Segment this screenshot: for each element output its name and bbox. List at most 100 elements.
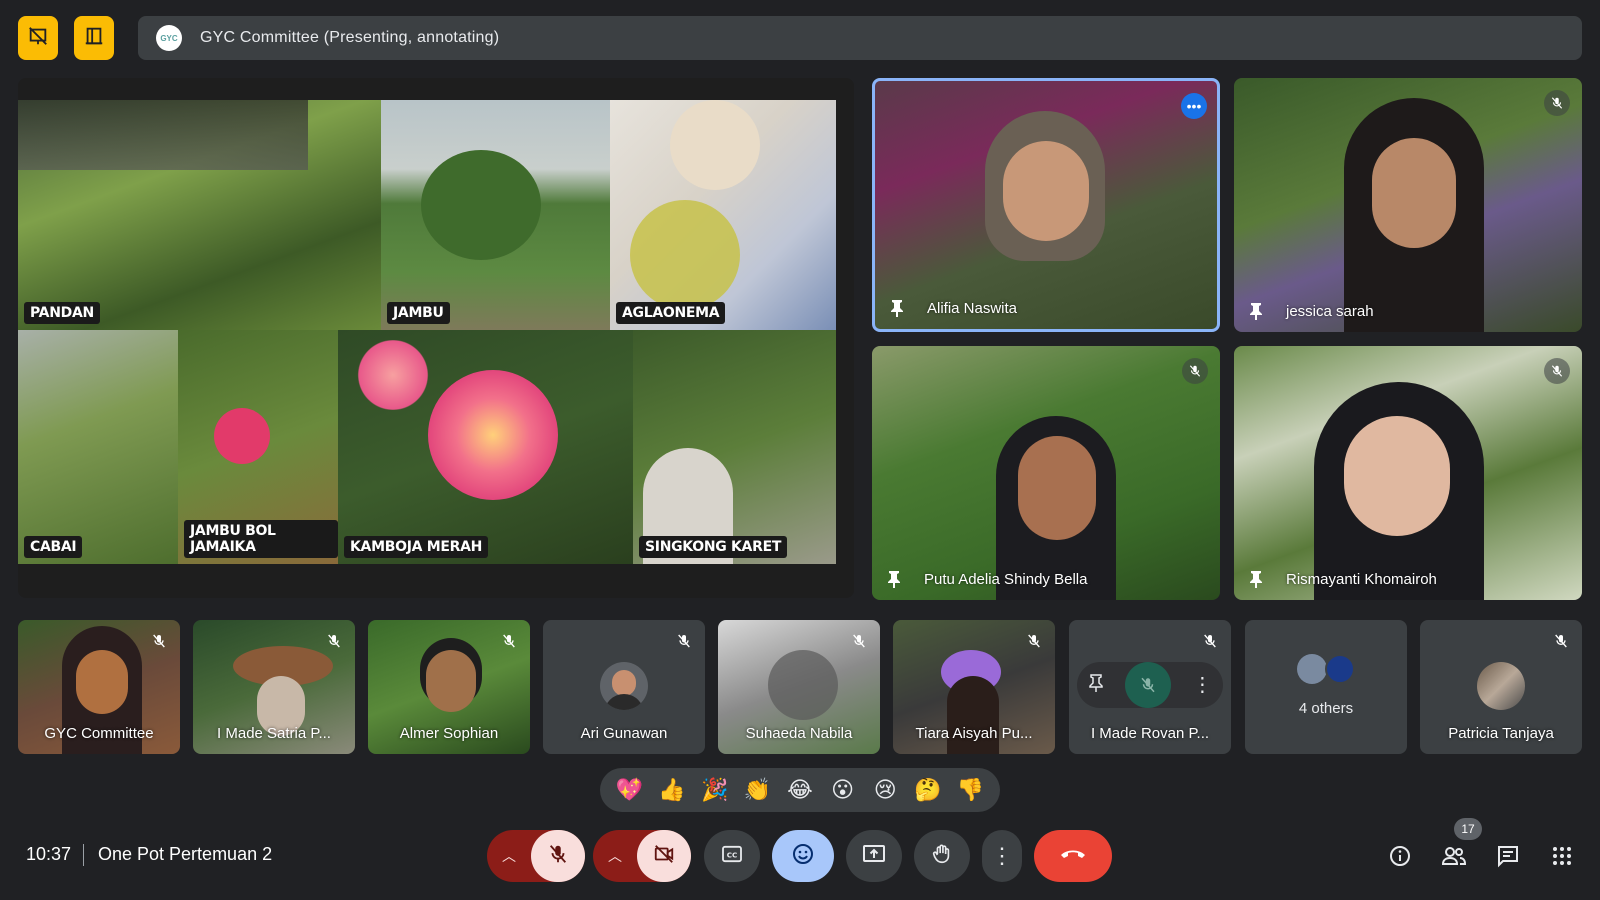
- raise-hand-button[interactable]: [914, 830, 970, 882]
- present-screen-icon: [862, 843, 886, 870]
- photo-jambu: JAMBU: [381, 100, 610, 330]
- more-options-icon[interactable]: •••: [1181, 93, 1207, 119]
- participant-tile-alifia[interactable]: ••• Alifia Naswita: [872, 78, 1220, 332]
- info-icon: [1388, 844, 1412, 873]
- avatar: [600, 662, 648, 710]
- photo-cabai: CABAI: [18, 330, 178, 564]
- people-button[interactable]: [1434, 838, 1474, 878]
- reactions-bar: 💖 👍 🎉 👏 😂 😮 😢 🤔 👎: [600, 768, 1000, 812]
- pin-icon[interactable]: [1248, 302, 1264, 320]
- participant-tile-imade-satria[interactable]: I Made Satria P...: [193, 620, 355, 754]
- pin-icon[interactable]: [1088, 673, 1104, 697]
- microphone-button[interactable]: [531, 830, 585, 882]
- mic-off-icon: [1182, 358, 1208, 384]
- presentation-off-icon: [27, 25, 49, 52]
- pin-icon[interactable]: [886, 570, 902, 588]
- mic-off-icon: [848, 630, 870, 652]
- participant-name: I Made Satria P...: [217, 725, 331, 742]
- meeting-details-button[interactable]: [1380, 838, 1420, 878]
- layout-button[interactable]: [74, 16, 114, 60]
- reaction-crying[interactable]: 😢: [868, 778, 902, 803]
- meeting-title: One Pot Pertemuan 2: [98, 844, 273, 864]
- reaction-sparkling-heart[interactable]: 💖: [612, 778, 646, 803]
- reaction-thumbs-up[interactable]: 👍: [655, 778, 689, 803]
- participant-tile-imade-rovan[interactable]: ⋮ I Made Rovan P...: [1069, 620, 1231, 754]
- chat-icon: [1496, 844, 1520, 873]
- chevron-up-icon[interactable]: ︿: [487, 846, 531, 866]
- participant-tile-rismayanti[interactable]: Rismayanti Khomairoh: [1234, 346, 1582, 600]
- mic-off-icon: [1023, 630, 1045, 652]
- more-vert-icon: ⋮: [991, 843, 1013, 868]
- presenter-logo: GYC: [156, 25, 182, 51]
- photo-singkong: SINGKONG KARET: [633, 330, 836, 564]
- mic-off-icon: [498, 630, 520, 652]
- participant-name: Tiara Aisyah Pu...: [915, 725, 1033, 742]
- more-options-button[interactable]: ⋮: [982, 830, 1022, 882]
- participant-tile-putu[interactable]: Putu Adelia Shindy Bella: [872, 346, 1220, 600]
- participant-name: Putu Adelia Shindy Bella: [924, 571, 1088, 588]
- avatar: [1297, 654, 1327, 684]
- mic-off-icon: [1199, 630, 1221, 652]
- reaction-clapping[interactable]: 👏: [740, 778, 774, 803]
- chat-button[interactable]: [1488, 838, 1528, 878]
- photo-kamboja: KAMBOJA MERAH: [338, 330, 633, 564]
- meeting-time: 10:37: [26, 844, 72, 864]
- participant-name: GYC Committee: [44, 725, 154, 742]
- pin-icon[interactable]: [889, 299, 905, 317]
- photo-label: KAMBOJA MERAH: [344, 536, 489, 558]
- reaction-surprised[interactable]: 😮: [826, 778, 860, 803]
- participant-name: Patricia Tanjaya: [1448, 725, 1554, 742]
- participant-tile-patricia[interactable]: Patricia Tanjaya: [1420, 620, 1582, 754]
- participant-tile-ari[interactable]: Ari Gunawan: [543, 620, 705, 754]
- layout-icon: [83, 25, 105, 52]
- participant-name: jessica sarah: [1286, 303, 1374, 320]
- others-count: 4 others: [1298, 700, 1354, 717]
- avatar: [1325, 654, 1355, 684]
- reaction-thumbs-down[interactable]: 👎: [954, 778, 988, 803]
- mic-off-icon: [1544, 90, 1570, 116]
- photo-label: JAMBU: [387, 302, 450, 324]
- reaction-laughing[interactable]: 😂: [783, 778, 817, 803]
- photo-aglaonema: AGLAONEMA: [610, 100, 836, 330]
- presenting-text: GYC Committee (Presenting, annotating): [200, 29, 500, 46]
- pin-icon[interactable]: [1248, 570, 1264, 588]
- photo-jambu-bol: JAMBU BOL JAMAIKA: [178, 330, 338, 564]
- participant-count-badge: 17: [1454, 818, 1482, 840]
- presentation-bar[interactable]: GYC GYC Committee (Presenting, annotatin…: [138, 16, 1582, 60]
- participant-name: I Made Rovan P...: [1090, 725, 1210, 742]
- mute-participant-icon[interactable]: [1124, 662, 1171, 708]
- participant-tile-jessica[interactable]: jessica sarah: [1234, 78, 1582, 332]
- camera-button[interactable]: [637, 830, 691, 882]
- participant-tile-suhaeda[interactable]: Suhaeda Nabila: [718, 620, 880, 754]
- activities-button[interactable]: [1542, 838, 1582, 878]
- participant-tile-others[interactable]: 4 others: [1245, 620, 1407, 754]
- mic-off-icon: [673, 630, 695, 652]
- reactions-button[interactable]: [772, 830, 834, 882]
- participant-name: Alifia Naswita: [927, 300, 1018, 317]
- participant-tile-gyc[interactable]: GYC Committee: [18, 620, 180, 754]
- mic-off-icon: [148, 630, 170, 652]
- more-vert-icon[interactable]: ⋮: [1192, 675, 1212, 695]
- people-icon: [1441, 845, 1467, 872]
- hide-presentation-button[interactable]: [18, 16, 58, 60]
- chevron-up-icon[interactable]: ︿: [593, 846, 637, 866]
- captions-button[interactable]: CC: [704, 830, 760, 882]
- photo-label: AGLAONEMA: [616, 302, 726, 324]
- participant-name: Suhaeda Nabila: [745, 725, 853, 742]
- camera-off-icon: [652, 843, 676, 870]
- photo-pandan: PANDAN: [18, 100, 381, 330]
- participant-tile-tiara[interactable]: Tiara Aisyah Pu...: [893, 620, 1055, 754]
- present-button[interactable]: [846, 830, 902, 882]
- hand-icon: [931, 842, 953, 871]
- reaction-party-popper[interactable]: 🎉: [698, 778, 732, 803]
- shared-screen: PANDAN JAMBU AGLAONEMA CABAI JAMBU BOL J…: [18, 78, 854, 598]
- call-end-icon: [1059, 846, 1087, 867]
- participant-tile-almer[interactable]: Almer Sophian: [368, 620, 530, 754]
- participant-name: Almer Sophian: [399, 725, 499, 742]
- leave-call-button[interactable]: [1034, 830, 1112, 882]
- reaction-thinking[interactable]: 🤔: [911, 778, 945, 803]
- closed-captions-icon: CC: [721, 845, 743, 868]
- mic-off-icon: [323, 630, 345, 652]
- participant-name: Ari Gunawan: [580, 725, 668, 742]
- divider: [83, 844, 84, 866]
